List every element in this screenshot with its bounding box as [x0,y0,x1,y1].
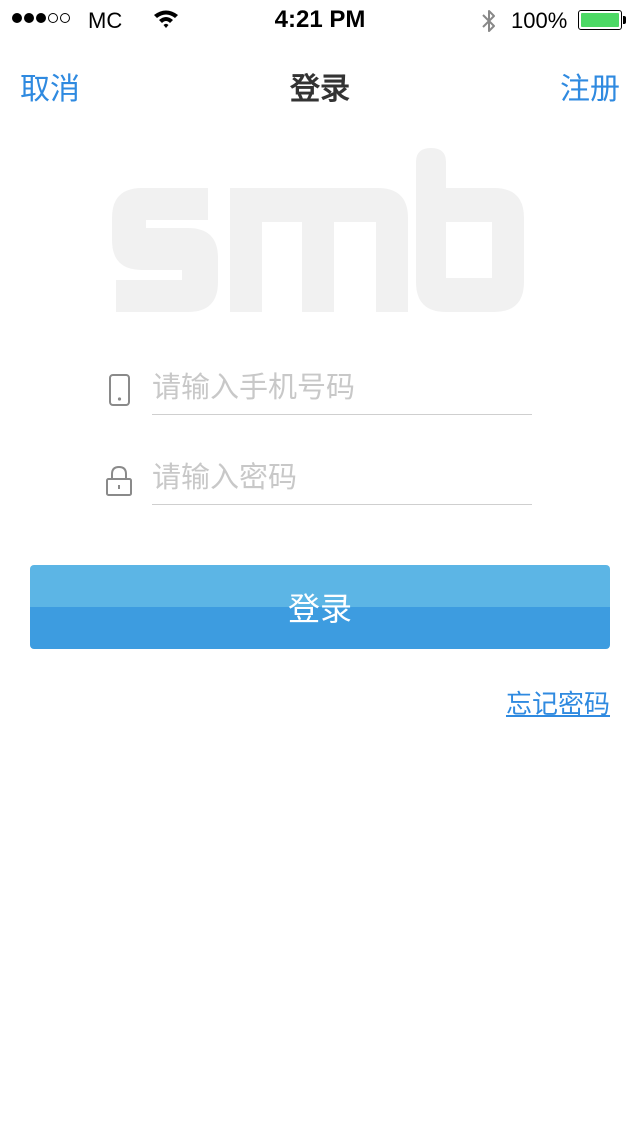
register-button[interactable]: 注册 [560,64,620,108]
status-bar: MC 4:21 PM 100% [0,0,640,40]
login-button[interactable]: 登录 [30,565,610,649]
password-field [104,450,532,506]
lock-icon [104,464,134,496]
navigation-bar: 取消 登录 注册 [0,40,640,128]
page-title: 登录 [290,72,350,107]
battery-level [581,13,619,27]
battery-percent: 100% [511,8,568,33]
battery-icon [578,10,622,30]
phone-input[interactable] [152,360,532,415]
forgot-password-link[interactable]: 忘记密码 [506,684,610,721]
phone-field [104,360,532,416]
password-input[interactable] [152,450,532,505]
smb-logo [112,148,524,312]
bluetooth-icon [480,8,498,38]
battery-tip [623,16,626,24]
phone-icon [104,374,134,406]
